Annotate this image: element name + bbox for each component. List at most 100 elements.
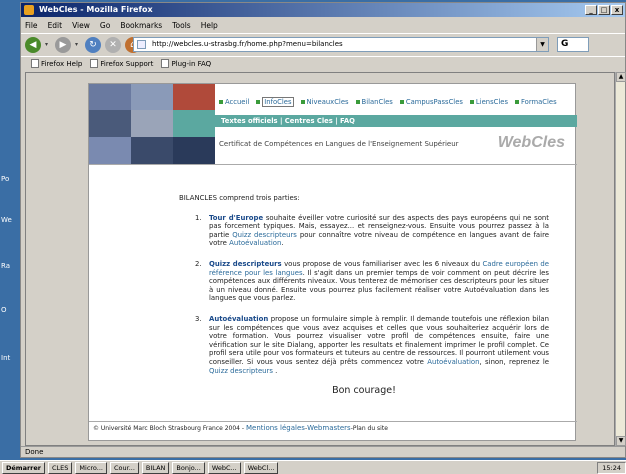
nav-bilancles[interactable]: BilanCles [355,98,393,106]
intro-text: BILANCLES comprend trois parties: [179,194,300,202]
page-footer: © Université Marc Bloch Strasbourg Franc… [93,424,388,432]
url-text: http://webcles.u-strasbg.fr/home.php?men… [152,40,343,48]
scroll-up-icon[interactable]: ▲ [616,72,626,82]
menu-bar: File Edit View Go Bookmarks Tools Help [21,18,625,32]
nav-niveauxcles[interactable]: NiveauxCles [300,98,349,106]
taskbar: Démarrer CLES Micro... Cour... BILAN Bon… [0,460,626,474]
desktop-icon-label[interactable]: Int [1,354,10,362]
item-text: . [272,366,278,375]
menu-help[interactable]: Help [201,21,218,30]
close-button[interactable]: x [611,5,623,15]
reload-icon[interactable]: ↻ [85,36,101,53]
menu-edit[interactable]: Edit [48,21,63,30]
browser-window: WebCles - Mozilla Firefox _ □ x File Edi… [20,2,626,458]
url-dropdown-icon[interactable]: ▼ [536,38,548,51]
window-title: WebCles - Mozilla Firefox [39,5,153,14]
forward-icon[interactable]: ▶ [55,36,71,53]
bookmark-item[interactable]: Plug-in FAQ [161,59,211,68]
back-icon[interactable]: ◀ [25,36,41,53]
web-page: Accueil InfoCles NiveauxCles BilanCles C… [88,83,577,441]
desktop-icon-label[interactable]: We [1,216,12,224]
item-number: 3. [195,314,202,323]
forward-dropdown-icon[interactable]: ▾ [75,41,81,48]
title-bar[interactable]: WebCles - Mozilla Firefox _ □ x [21,3,625,17]
minimize-button[interactable]: _ [585,5,597,15]
parts-list: 1. Tour d'Europe souhaite éveiller votre … [195,214,550,376]
list-item: 3. Autoévaluation propose un formulaire s… [195,315,550,375]
desktop-icon-label[interactable]: O [1,306,7,314]
closing-text: Bon courage! [332,385,396,397]
stop-icon[interactable]: ✕ [105,36,121,53]
nav-lienscles[interactable]: LiensCles [469,98,508,106]
menu-view[interactable]: View [72,21,90,30]
header-banner-image [89,84,215,164]
main-content: BILANCLES comprend trois parties: 1. Tour… [179,194,549,396]
taskbar-item[interactable]: Micro... [75,461,107,474]
quizz-descripteurs-link[interactable]: Quizz descripteurs [209,260,282,268]
bookmark-label: Firefox Help [41,59,83,68]
copyright-text: © Université Marc Bloch Strasbourg Franc… [93,425,246,432]
taskbar-item[interactable]: CLES [48,461,73,474]
autoevaluation-link[interactable]: Autoévaluation [229,239,281,247]
bookmark-page-icon [31,59,39,68]
item-text: vous propose de vous familiariser avec l… [281,259,483,268]
taskbar-item[interactable]: Cour... [110,461,139,474]
webmasters-link[interactable]: Webmasters [307,424,351,432]
page-icon [137,40,146,49]
bookmark-page-icon [90,59,99,68]
vertical-scrollbar[interactable]: ▲ ▼ [615,72,626,446]
bookmark-item[interactable]: Firefox Help [31,59,82,68]
item-number: 1. [195,213,202,222]
status-bar: Done [21,446,625,457]
tour-europe-link[interactable]: Tour d'Europe [209,214,263,222]
url-field[interactable]: http://webcles.u-strasbg.fr/home.php?men… [133,37,549,52]
site-navigation: Accueil InfoCles NiveauxCles BilanCles C… [219,97,557,107]
menu-bookmarks[interactable]: Bookmarks [120,21,162,30]
go-label: G [561,39,569,49]
footer-divider [89,421,577,422]
status-text: Done [25,448,44,456]
site-subtitle: Certificat de Compétences en Langues de … [219,140,459,148]
list-item: 1. Tour d'Europe souhaite éveiller votre … [195,214,549,248]
scroll-down-icon[interactable]: ▼ [616,436,626,446]
plan-du-site-link[interactable]: -Plan du site [351,425,388,432]
window-controls: _ □ x [585,5,623,15]
firefox-icon [24,5,34,15]
autoevaluation-heading-link[interactable]: Autoévaluation [209,315,268,323]
menu-file[interactable]: File [25,21,38,30]
go-button[interactable]: G [557,37,589,52]
nav-campuspasscles[interactable]: CampusPassCles [399,98,463,106]
menu-tools[interactable]: Tools [172,21,190,30]
desktop-icon-label[interactable]: Po [1,175,9,183]
desktop-icon-label[interactable]: Ra [1,262,10,270]
list-item: 2. Quizz descripteurs vous propose de vou… [195,259,549,303]
start-button[interactable]: Démarrer [2,461,45,474]
navigation-toolbar: ◀ ▾ ▶ ▾ ↻ ✕ ⌂ http://webcles.u-strasbg.f… [21,33,625,55]
taskbar-item[interactable]: WebCl... [243,461,279,474]
nav-formacles[interactable]: FormaCles [515,98,557,106]
site-logo: WebCles [497,134,565,151]
item-text: , sinon, reprenez le [479,357,550,366]
maximize-button[interactable]: □ [598,5,610,15]
taskbar-item[interactable]: BILAN [141,461,170,474]
mentions-legales-link[interactable]: Mentions légales [246,424,305,432]
item-number: 2. [195,259,202,268]
clock: 15:24 [597,461,626,474]
bookmark-label: Plug-in FAQ [171,59,212,68]
taskbar-item[interactable]: WebC... [207,461,241,474]
nav-accueil[interactable]: Accueil [219,98,249,106]
menu-go[interactable]: Go [100,21,110,30]
bookmark-label: Firefox Support [100,59,154,68]
quizz-link[interactable]: Quizz descripteurs [209,367,273,375]
header-divider [89,164,577,165]
back-dropdown-icon[interactable]: ▾ [45,41,51,48]
bookmark-item[interactable]: Firefox Support [90,59,153,68]
quizz-link[interactable]: Quizz descripteurs [232,231,297,239]
desktop: Po We Ra O Int [0,0,20,474]
taskbar-item[interactable]: Bonjo... [172,461,205,474]
bookmarks-toolbar: Firefox Help Firefox Support Plug-in FAQ [21,56,625,70]
autoevaluation-link[interactable]: Autoévaluation [427,358,479,366]
page-viewport: Accueil InfoCles NiveauxCles BilanCles C… [25,72,615,446]
nav-infocles[interactable]: InfoCles [256,97,294,107]
sub-navigation-bar[interactable]: Textes officiels | Centres Cles | FAQ [215,115,577,127]
